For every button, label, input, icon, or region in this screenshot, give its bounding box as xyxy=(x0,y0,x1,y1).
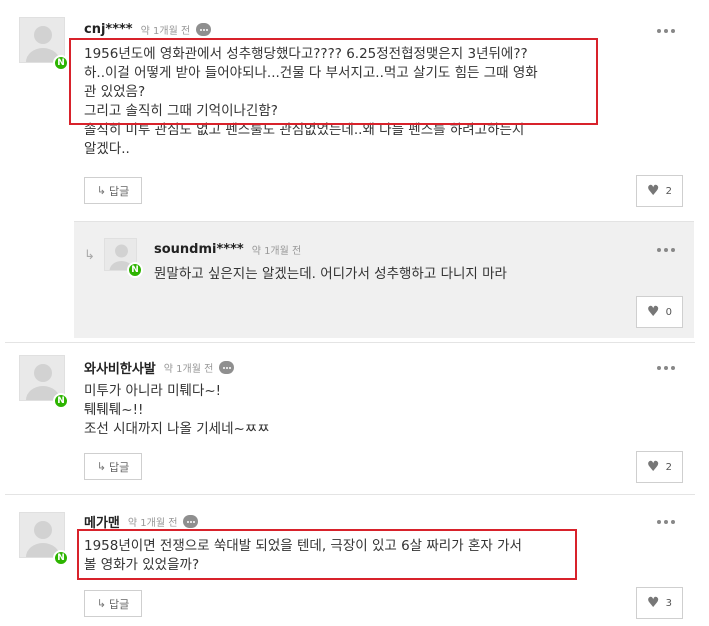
reply-indent-icon: ↳ xyxy=(84,248,95,263)
comment-body: 1958년이면 전쟁으로 쑥대발 되었을 텐데, 극장이 있고 6살 짜리가 혼… xyxy=(84,538,522,573)
comment-author[interactable]: 와사비한사발 xyxy=(84,358,156,377)
comment-body: 미투가 아니라 미퉤다~! 퉤퉤퉤~!! 조선 시대까지 나올 기세네~ㅉㅉ xyxy=(84,383,270,437)
more-options-icon[interactable] xyxy=(657,366,675,370)
like-count: 2 xyxy=(665,461,672,473)
naver-badge-icon: N xyxy=(53,393,69,409)
like-count: 2 xyxy=(665,185,672,197)
heart-icon: ♥ xyxy=(647,595,660,611)
reply-button[interactable]: ↳ 답글 xyxy=(84,590,142,617)
like-button[interactable]: ♥ 2 xyxy=(636,451,683,483)
message-icon[interactable] xyxy=(219,361,235,374)
comment-time: 약 1개월 전 xyxy=(251,246,302,257)
like-count: 3 xyxy=(665,597,672,609)
comment-time: 약 1개월 전 xyxy=(163,364,214,375)
message-icon[interactable] xyxy=(183,515,199,528)
naver-badge-icon: N xyxy=(53,550,69,566)
like-button[interactable]: ♥ 2 xyxy=(636,175,683,207)
comment-body: 1956년도에 영화관에서 성추행당했다고???? 6.25정전협정맺은지 3년… xyxy=(84,46,538,157)
comment-time: 약 1개월 전 xyxy=(140,26,191,37)
like-button[interactable]: ♥ 3 xyxy=(636,587,683,619)
divider xyxy=(5,342,695,343)
comment-time: 약 1개월 전 xyxy=(127,518,178,529)
heart-icon: ♥ xyxy=(647,459,660,475)
comment-author[interactable]: cnj**** xyxy=(84,22,133,37)
reply-button[interactable]: ↳ 답글 xyxy=(84,453,142,480)
reply-arrow-icon: ↳ xyxy=(96,184,106,197)
reply-arrow-icon: ↳ xyxy=(96,460,106,473)
naver-badge-icon: N xyxy=(127,262,143,278)
like-button[interactable]: ♥ 0 xyxy=(636,296,683,328)
divider xyxy=(5,494,695,495)
more-options-icon[interactable] xyxy=(657,248,675,252)
naver-badge-icon: N xyxy=(53,55,69,71)
reply-arrow-icon: ↳ xyxy=(96,597,106,610)
like-count: 0 xyxy=(665,306,672,318)
heart-icon: ♥ xyxy=(647,183,660,199)
comment-body: 뭔말하고 싶은지는 알겠는데. 어디가서 성추행하고 다니지 마라 xyxy=(154,266,507,282)
message-icon[interactable] xyxy=(196,23,212,36)
comment-author[interactable]: soundmi**** xyxy=(154,242,244,257)
reply-button[interactable]: ↳ 답글 xyxy=(84,177,142,204)
more-options-icon[interactable] xyxy=(657,29,675,33)
more-options-icon[interactable] xyxy=(657,520,675,524)
heart-icon: ♥ xyxy=(647,304,660,320)
comment-author[interactable]: 메가맨 xyxy=(84,512,120,531)
